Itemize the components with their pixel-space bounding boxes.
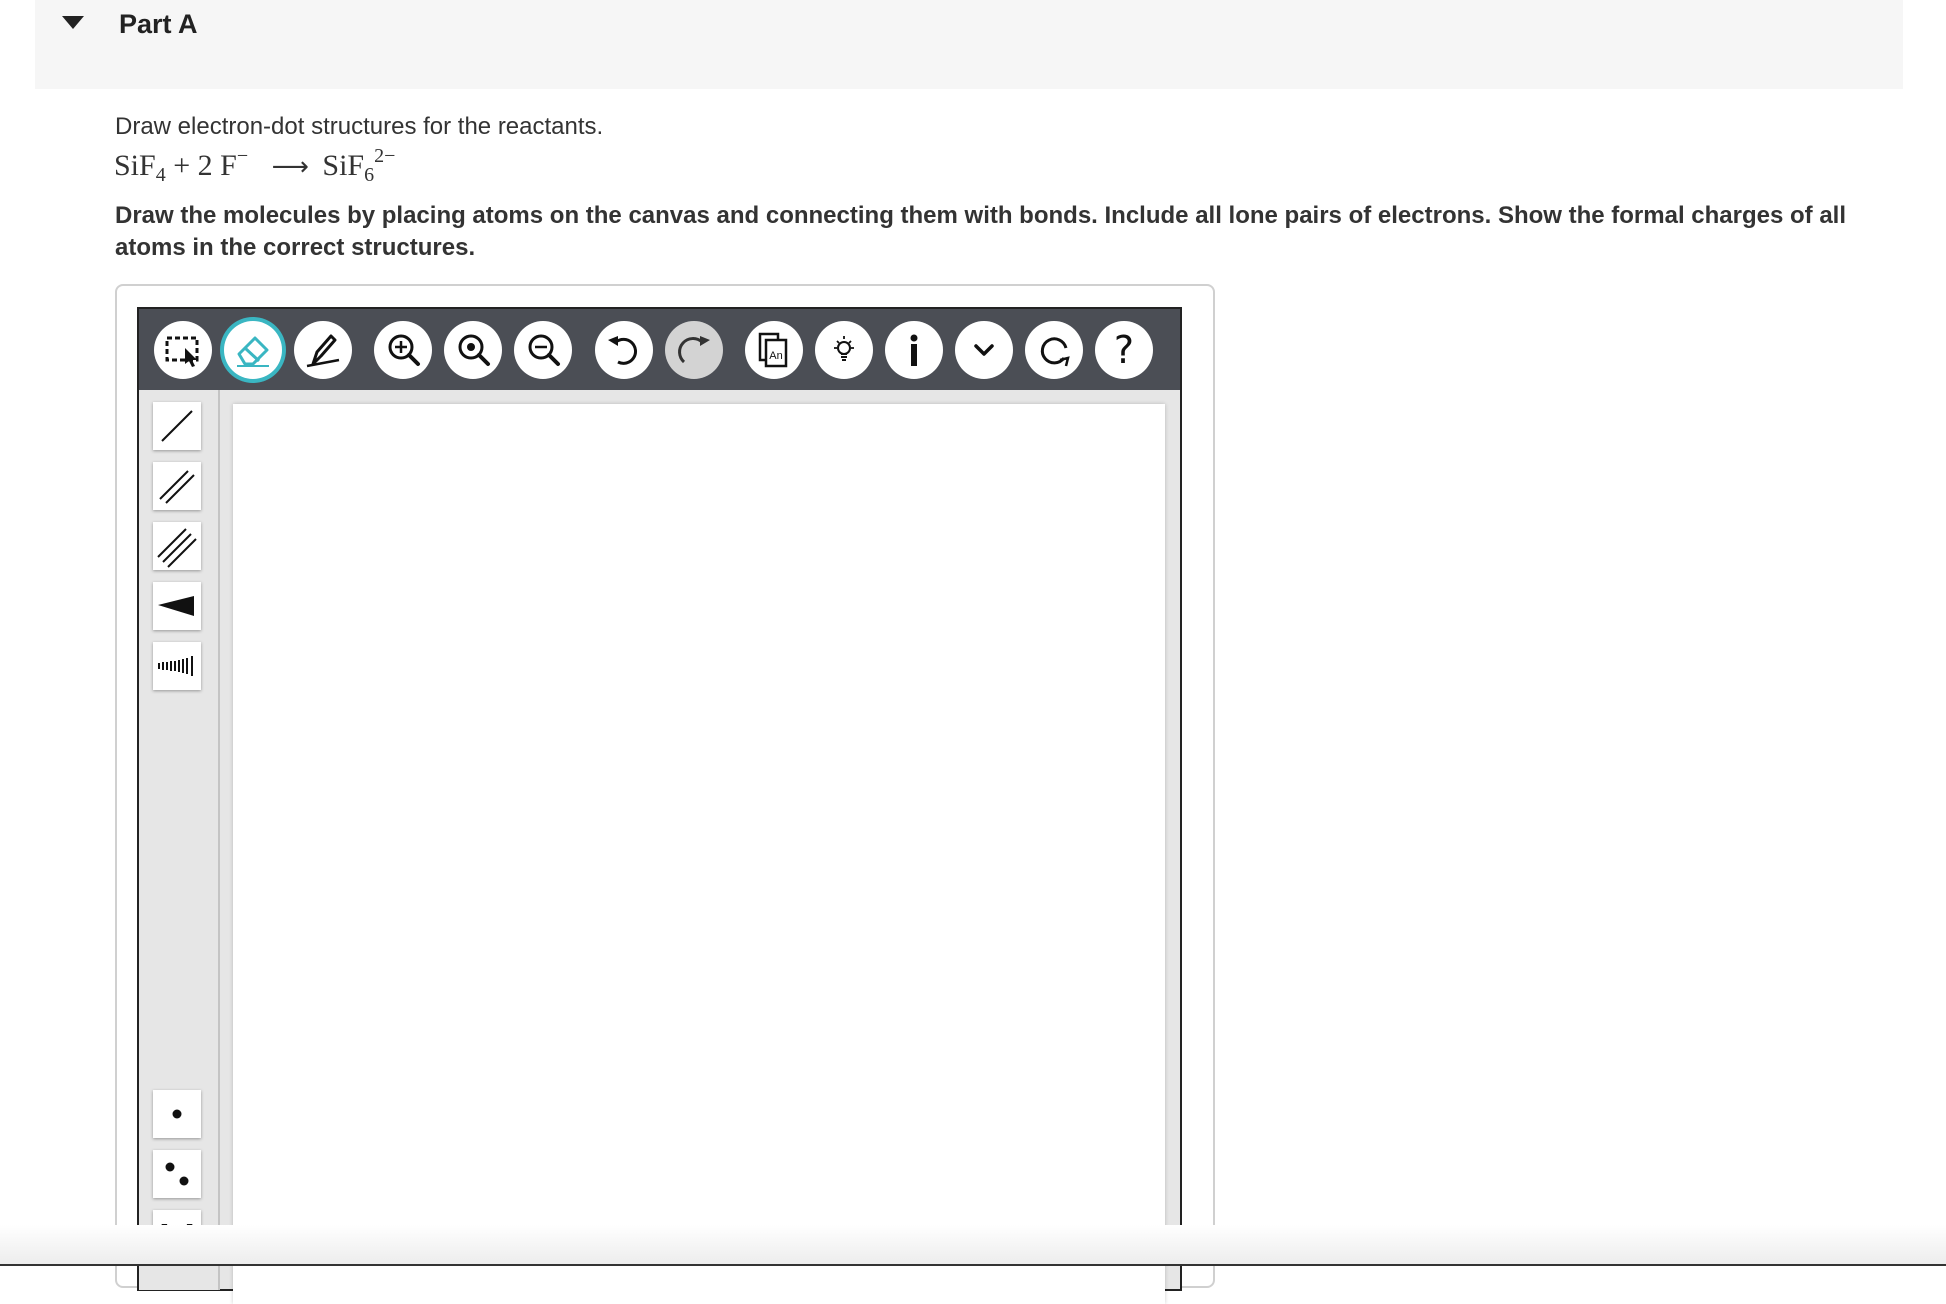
part-title: Part A: [119, 9, 198, 39]
redo-icon: [678, 336, 710, 364]
lone-pair-icon: [165, 1162, 189, 1186]
draw-button[interactable]: [294, 321, 352, 379]
zoom-in-button[interactable]: [374, 321, 432, 379]
lone-pair-button[interactable]: [153, 1150, 201, 1198]
info-icon: [910, 334, 918, 366]
zoom-in-icon: [388, 334, 420, 366]
reactant-fluoride: F−: [220, 145, 249, 182]
eraser-button[interactable]: [224, 321, 282, 379]
marquee-select-icon: [165, 336, 199, 367]
template-library-icon: An: [758, 332, 788, 368]
wedge-bond-button[interactable]: [153, 582, 201, 630]
hint-lightbulb-icon: [834, 336, 854, 361]
instructions: Draw the molecules by placing atoms on t…: [115, 202, 1847, 261]
bond-sidebar: [ ]: [139, 390, 220, 1290]
plus-sign: +: [173, 149, 191, 182]
triple-bond-button[interactable]: [153, 522, 201, 570]
draw-pencil-icon: [306, 334, 340, 368]
marquee-select-button[interactable]: [154, 321, 212, 379]
zoom-out-button[interactable]: [514, 321, 572, 379]
editor-toolbar: An ?: [139, 309, 1180, 390]
single-electron-button[interactable]: [153, 1090, 201, 1138]
reaction-arrow: ⟶: [271, 152, 309, 182]
question-prompt: Draw electron-dot structures for the rea…: [115, 113, 604, 140]
molecule-editor: An ?: [137, 307, 1182, 1304]
product-sif6: SiF62−: [322, 145, 396, 186]
triple-bond-icon: [157, 528, 197, 568]
zoom-fit-icon: [458, 334, 490, 366]
help-icon: ?: [1114, 330, 1134, 370]
template-library-button[interactable]: An: [745, 321, 803, 379]
zoom-out-icon: [528, 334, 560, 366]
bottom-shade: [0, 1225, 1946, 1266]
svg-text:?: ?: [1114, 330, 1134, 370]
undo-button[interactable]: [595, 321, 653, 379]
zoom-fit-button[interactable]: [444, 321, 502, 379]
undo-icon: [608, 336, 637, 365]
drawing-canvas[interactable]: [233, 404, 1165, 1304]
reset-button[interactable]: [1025, 321, 1083, 379]
wedge-bond-icon: [158, 596, 194, 616]
single-bond-button[interactable]: [153, 402, 201, 450]
expand-chevron-icon: [974, 344, 994, 356]
help-button[interactable]: ?: [1095, 321, 1153, 379]
single-bond-icon: [161, 410, 193, 442]
svg-text:An: An: [769, 350, 782, 362]
info-button[interactable]: [885, 321, 943, 379]
reaction-equation: SiF4 + 2 F− ⟶ SiF62−: [114, 145, 395, 187]
redo-button[interactable]: [665, 321, 723, 379]
hint-button[interactable]: [815, 321, 873, 379]
hash-bond-button[interactable]: [153, 642, 201, 690]
reset-icon: [1040, 337, 1070, 367]
hash-bond-icon: [158, 656, 193, 676]
single-electron-icon: [172, 1109, 182, 1119]
coefficient: 2: [197, 149, 213, 182]
reactant-sif4: SiF4: [114, 149, 166, 186]
double-bond-icon: [159, 470, 195, 504]
eraser-icon: [237, 336, 269, 367]
collapse-caret-icon[interactable]: [62, 16, 84, 29]
expand-button[interactable]: [955, 321, 1013, 379]
part-header[interactable]: Part A: [35, 0, 1903, 89]
double-bond-button[interactable]: [153, 462, 201, 510]
